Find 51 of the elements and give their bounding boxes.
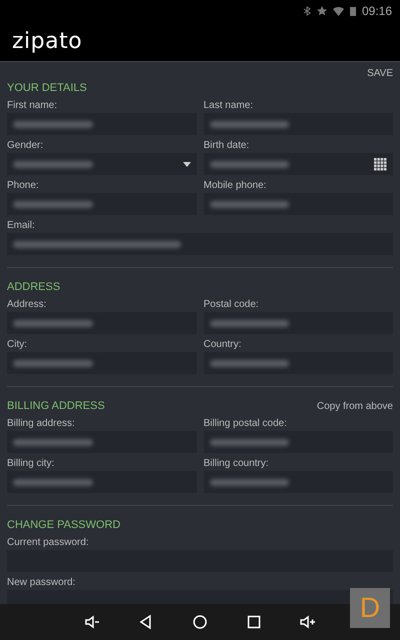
clock-time: 09:16 <box>362 4 392 18</box>
field-label: New password: <box>7 576 76 590</box>
input-field[interactable] <box>204 312 393 334</box>
copy-link[interactable]: Copy from above <box>316 400 393 412</box>
field-label: Address: <box>7 298 48 312</box>
section-title: YOUR DETAILS <box>7 82 87 94</box>
input-field[interactable] <box>204 431 393 453</box>
volume-down-icon[interactable] <box>84 614 100 630</box>
field-label: Postal code: <box>204 298 260 312</box>
input-field[interactable] <box>204 352 393 374</box>
caret-icon <box>182 162 190 166</box>
input-field[interactable] <box>7 233 393 255</box>
bluetooth-icon <box>302 6 311 16</box>
field-label: Billing city: <box>7 457 56 471</box>
volume-up-icon[interactable] <box>300 614 316 630</box>
calendar-icon[interactable] <box>374 158 387 170</box>
home-icon[interactable] <box>192 614 208 630</box>
field-label: First name: <box>7 99 58 113</box>
input-field[interactable] <box>204 193 393 215</box>
field-label: Current password: <box>7 536 90 550</box>
date-field[interactable] <box>204 153 393 175</box>
input-field[interactable] <box>7 193 196 215</box>
field-label: Last name: <box>204 99 254 113</box>
wifi-icon <box>332 6 344 16</box>
input-field[interactable] <box>7 312 196 334</box>
field-label: Birth date: <box>204 139 250 153</box>
input-field[interactable] <box>7 352 196 374</box>
input-field[interactable] <box>204 113 393 135</box>
section-title: BILLING ADDRESS <box>7 400 105 412</box>
input-field[interactable] <box>204 471 393 493</box>
app-logo: zipato <box>12 29 82 54</box>
battery-icon <box>350 6 356 16</box>
star-icon <box>316 6 327 16</box>
field-label: Email: <box>7 219 36 233</box>
field-label: City: <box>7 338 28 352</box>
back-icon[interactable] <box>138 614 154 630</box>
save-button[interactable]: SAVE <box>367 68 393 79</box>
select-field[interactable] <box>7 153 196 175</box>
section-title: CHANGE PASSWORD <box>7 519 120 531</box>
section-title: ADDRESS <box>7 281 60 293</box>
input-field[interactable] <box>7 113 196 135</box>
field-label: Billing address: <box>7 417 76 431</box>
input-field[interactable] <box>7 431 196 453</box>
field-label: Country: <box>204 338 242 352</box>
field-label: Mobile phone: <box>204 179 268 193</box>
field-label: Gender: <box>7 139 44 153</box>
field-label: Billing postal code: <box>204 417 288 431</box>
input-field[interactable] <box>7 471 196 493</box>
field-label: Phone: <box>7 179 40 193</box>
field-label: Billing country: <box>204 457 270 471</box>
recents-icon[interactable] <box>246 614 262 630</box>
